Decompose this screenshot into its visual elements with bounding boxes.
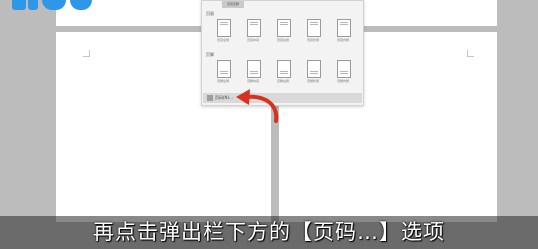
- thumb-label: 页眉中间: [246, 38, 259, 42]
- page-thumbnail-icon: [277, 19, 291, 37]
- footer-thumb[interactable]: 页脚左侧: [209, 58, 237, 86]
- subtitle-text: 再点击弹出栏下方的【页码…】选项: [93, 220, 445, 244]
- page-thumbnail-icon: [247, 19, 261, 37]
- thumb-label: 页脚内侧: [336, 79, 349, 83]
- thumb-label: 页眉外侧: [306, 38, 319, 42]
- page-number-more-label: 页码(N)...: [215, 95, 233, 100]
- thumb-label: 页脚中间: [246, 79, 259, 83]
- header-thumb[interactable]: 页眉右侧: [269, 17, 297, 45]
- corner-mark: [83, 50, 90, 57]
- page-thumbnail-icon: [247, 60, 261, 78]
- footer-thumb[interactable]: 页脚内侧: [329, 58, 357, 86]
- header-thumb[interactable]: 页眉中间: [239, 17, 267, 45]
- page-thumbnail-icon: [337, 19, 351, 37]
- header-footer-popup: 页眉页脚 页眉 页脚 页眉左侧 页眉中间 页眉右侧 页眉外侧 页眉内侧 页脚左侧…: [201, 0, 364, 106]
- footer-thumb[interactable]: 页脚中间: [239, 58, 267, 86]
- header-section-label: 页眉: [206, 11, 214, 16]
- header-thumb[interactable]: 页眉左侧: [209, 17, 237, 45]
- footer-thumb[interactable]: 页脚外侧: [299, 58, 327, 86]
- page-number-more-option[interactable]: 页码(N)...: [203, 93, 362, 103]
- corner-mark: [467, 50, 474, 57]
- page-thumbnail-icon: [217, 19, 231, 37]
- popup-tab[interactable]: 页眉页脚: [222, 1, 244, 8]
- thumb-label: 页眉内侧: [336, 38, 349, 42]
- page-thumbnail-icon: [277, 60, 291, 78]
- page-thumbnail-icon: [307, 19, 321, 37]
- header-thumb[interactable]: 页眉内侧: [329, 17, 357, 45]
- page-thumbnail-icon: [217, 60, 231, 78]
- thumb-label: 页脚外侧: [306, 79, 319, 83]
- footer-section-label: 页脚: [206, 52, 214, 57]
- page-thumbnail-icon: [307, 60, 321, 78]
- logo: [12, 0, 96, 12]
- thumb-label: 页脚右侧: [276, 79, 289, 83]
- thumb-label: 页脚左侧: [216, 79, 229, 83]
- thumb-label: 页眉右侧: [276, 38, 289, 42]
- page-number-icon: [207, 95, 213, 101]
- thumb-label: 页眉左侧: [216, 38, 229, 42]
- header-thumb[interactable]: 页眉外侧: [299, 17, 327, 45]
- footer-thumb[interactable]: 页脚右侧: [269, 58, 297, 86]
- page-thumbnail-icon: [337, 60, 351, 78]
